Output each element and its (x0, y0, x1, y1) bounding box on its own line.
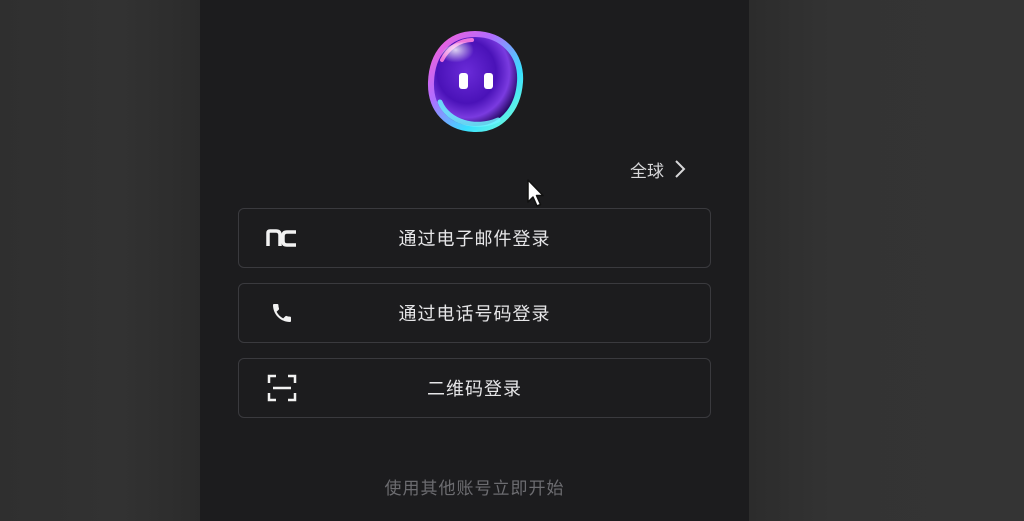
backdrop-right (749, 0, 1024, 521)
email-login-button[interactable]: 通过电子邮件登录 (238, 208, 711, 268)
mouse-cursor-icon (527, 179, 544, 207)
other-accounts-link[interactable]: 使用其他账号立即开始 (200, 474, 749, 499)
login-panel: 全球 通过电子邮件登录 通过电话号码登录 二维码登录 使用其他账号立即开始 (200, 0, 749, 521)
qr-login-label: 二维码登录 (427, 379, 522, 400)
phone-icon (265, 300, 299, 326)
qr-scan-icon (265, 374, 299, 402)
email-login-label: 通过电子邮件登录 (398, 229, 551, 250)
app-logo-icon (427, 30, 524, 133)
chevron-right-icon (675, 160, 686, 178)
nc-logo-icon (265, 225, 299, 251)
region-selector[interactable]: 全球 (630, 156, 686, 182)
backdrop-left (0, 0, 200, 521)
phone-login-label: 通过电话号码登录 (398, 304, 551, 325)
region-label: 全球 (630, 161, 664, 182)
phone-login-button[interactable]: 通过电话号码登录 (238, 283, 711, 343)
qr-login-button[interactable]: 二维码登录 (238, 358, 711, 418)
